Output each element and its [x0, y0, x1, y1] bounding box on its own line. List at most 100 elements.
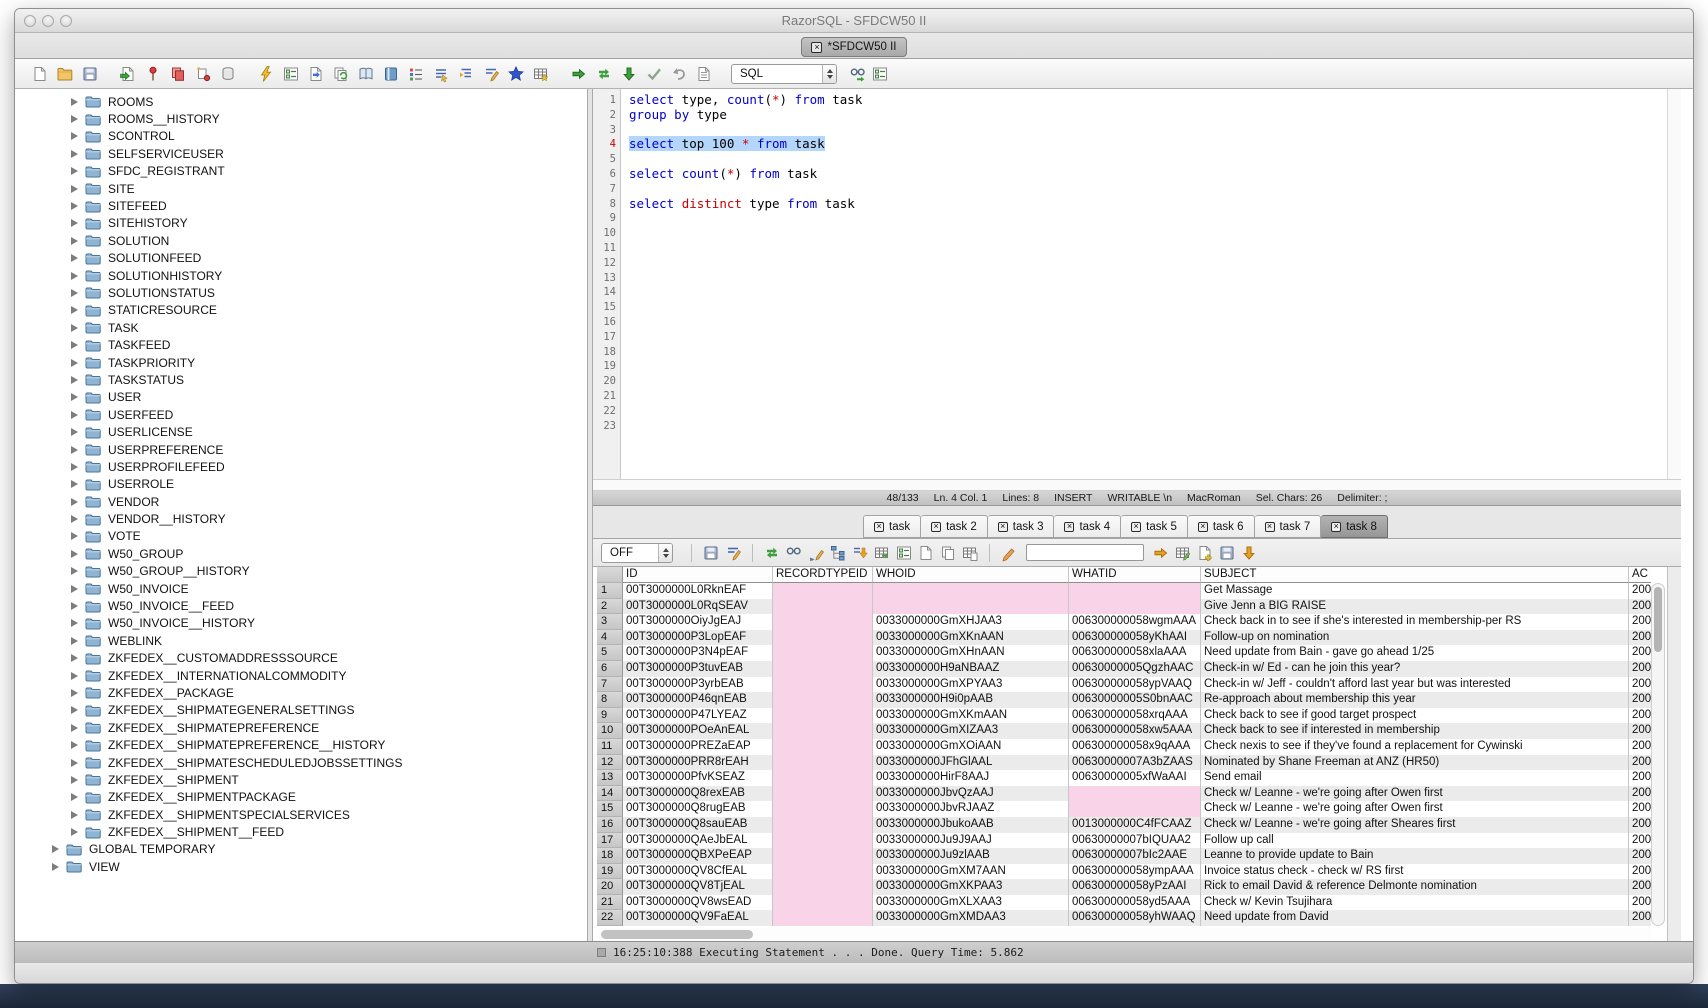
- cell-subject[interactable]: Check-in w/ Jeff - couldn't afford last …: [1201, 677, 1629, 693]
- tree-item-vote[interactable]: VOTE: [15, 528, 587, 545]
- cell-subject[interactable]: Check w/ Leanne - we're going after Shea…: [1201, 817, 1629, 833]
- cell-whoid[interactable]: 0033000000H9aNBAAZ: [873, 661, 1069, 677]
- view-glasses-icon[interactable]: [783, 542, 805, 564]
- column-header-recordtypeid[interactable]: RECORDTYPEID: [773, 567, 873, 583]
- table-row[interactable]: 2200T3000000QV9FaEAL0033000000GmXMDAA300…: [597, 910, 1651, 926]
- expand-arrow-icon[interactable]: [71, 741, 78, 749]
- tree-item-solutionhistory[interactable]: SOLUTIONHISTORY: [15, 267, 587, 284]
- tab-close-icon[interactable]: ×: [1331, 522, 1341, 532]
- expand-arrow-icon[interactable]: [71, 463, 78, 471]
- cell-ac[interactable]: 200: [1629, 645, 1651, 661]
- cell-whoid[interactable]: 0033000000GmXPYAA3: [873, 677, 1069, 693]
- cell-whoid[interactable]: 0033000000GmXKPAA3: [873, 879, 1069, 895]
- cell-whatid[interactable]: 006300000058ypVAAQ: [1069, 677, 1201, 693]
- minimize-window-icon[interactable]: [42, 15, 54, 27]
- tree-item-selfserviceuser[interactable]: SELFSERVICEUSER: [15, 145, 587, 162]
- expand-arrow-icon[interactable]: [71, 359, 78, 367]
- cell-whatid[interactable]: 006300000058yhWAAQ: [1069, 910, 1201, 926]
- cell-ac[interactable]: 200: [1629, 895, 1651, 911]
- copy-table-icon[interactable]: [959, 542, 981, 564]
- validate-sql-icon[interactable]: [643, 63, 665, 85]
- cell-subject[interactable]: Give Jenn a BIG RAISE: [1201, 599, 1629, 615]
- tree-item-rooms[interactable]: ROOMS: [15, 93, 587, 110]
- cell-subject[interactable]: Check back to see if good target prospec…: [1201, 708, 1629, 724]
- result-tab-task[interactable]: ×task: [863, 515, 921, 538]
- cell-whoid[interactable]: 0033000000JFhGlAAL: [873, 755, 1069, 771]
- expand-arrow-icon[interactable]: [71, 115, 78, 123]
- table-row[interactable]: 1500T3000000Q8rugEAB0033000000JbvRJAAZCh…: [597, 801, 1651, 817]
- cell-subject[interactable]: Check back in to see if she's interested…: [1201, 614, 1629, 630]
- expand-arrow-icon[interactable]: [71, 706, 78, 714]
- new-document-icon[interactable]: [29, 63, 51, 85]
- table-row[interactable]: 500T3000000P3N4pEAF0033000000GmXHnAAN006…: [597, 645, 1651, 661]
- cell-id[interactable]: 00T3000000P3tuvEAB: [623, 661, 773, 677]
- code-line-14[interactable]: [629, 285, 1667, 300]
- cell-whatid[interactable]: 006300000058ympAAA: [1069, 864, 1201, 880]
- table-row[interactable]: 200T3000000L0RqSEAVGive Jenn a BIG RAISE…: [597, 599, 1651, 615]
- grid-vscroll-thumb[interactable]: [1654, 587, 1662, 652]
- code-line-2[interactable]: group by type: [629, 108, 1667, 123]
- cell-recordtypeid[interactable]: [773, 677, 873, 693]
- tree-item-zkfedex-shipmatepreference-history[interactable]: ZKFEDEX__SHIPMATEPREFERENCE__HISTORY: [15, 736, 587, 753]
- cell-recordtypeid[interactable]: [773, 864, 873, 880]
- cell-whatid[interactable]: 0013000000C4fFCAAZ: [1069, 817, 1201, 833]
- generate-ddl-icon[interactable]: [330, 63, 352, 85]
- cell-whoid[interactable]: 0033000000GmXKmAAN: [873, 708, 1069, 724]
- tree-item-w50-group[interactable]: W50_GROUP: [15, 545, 587, 562]
- cell-whoid[interactable]: 0033000000GmXIZAA3: [873, 723, 1069, 739]
- cell-whatid[interactable]: 00630000005xfWaAAI: [1069, 770, 1201, 786]
- cell-subject[interactable]: Need update from Bain - gave go ahead 1/…: [1201, 645, 1629, 661]
- execute-all-icon[interactable]: [593, 63, 615, 85]
- expand-arrow-icon[interactable]: [52, 845, 59, 853]
- code-line-17[interactable]: [629, 330, 1667, 345]
- tab-close-icon[interactable]: ×: [811, 42, 822, 53]
- sql-editor[interactable]: 1234567891011121314151617181920212223 se…: [593, 89, 1681, 479]
- cell-recordtypeid[interactable]: [773, 786, 873, 802]
- go-arrow-icon[interactable]: [1150, 542, 1172, 564]
- tree-item-weblink[interactable]: WEBLINK: [15, 632, 587, 649]
- object-hand-icon[interactable]: [430, 63, 452, 85]
- cell-whatid[interactable]: 006300000058xlaAAA: [1069, 645, 1201, 661]
- result-tab-task-7[interactable]: ×task 7: [1255, 515, 1322, 538]
- code-line-9[interactable]: [629, 211, 1667, 226]
- open-file-icon[interactable]: [54, 63, 76, 85]
- cell-id[interactable]: 00T3000000PRR8rEAH: [623, 755, 773, 771]
- tree-item-w50-invoice-history[interactable]: W50_INVOICE__HISTORY: [15, 615, 587, 632]
- download-arrow-icon[interactable]: [1238, 542, 1260, 564]
- cell-whoid[interactable]: 0033000000Ju9J9AAJ: [873, 833, 1069, 849]
- cell-whatid[interactable]: 006300000058x9qAAA: [1069, 739, 1201, 755]
- tree-item-zkfedex-shipmentpackage[interactable]: ZKFEDEX__SHIPMENTPACKAGE: [15, 789, 587, 806]
- cell-whoid[interactable]: [873, 599, 1069, 615]
- cell-whatid[interactable]: 006300000058xrqAAA: [1069, 708, 1201, 724]
- grid-vertical-scrollbar[interactable]: [1651, 583, 1665, 926]
- expand-arrow-icon[interactable]: [71, 272, 78, 280]
- form-view-icon[interactable]: [893, 542, 915, 564]
- cell-subject[interactable]: Re-approach about membership this year: [1201, 692, 1629, 708]
- results-list-icon[interactable]: [869, 63, 891, 85]
- cell-whoid[interactable]: 0033000000GmXOiAAN: [873, 739, 1069, 755]
- result-tab-task-2[interactable]: ×task 2: [921, 515, 988, 538]
- cell-whoid[interactable]: 0033000000Ju9zlAAB: [873, 848, 1069, 864]
- code-line-20[interactable]: [629, 374, 1667, 389]
- save-results-icon[interactable]: [700, 542, 722, 564]
- expand-arrow-icon[interactable]: [71, 689, 78, 697]
- cell-recordtypeid[interactable]: [773, 817, 873, 833]
- cell-subject[interactable]: Send email: [1201, 770, 1629, 786]
- code-line-22[interactable]: [629, 404, 1667, 419]
- cell-recordtypeid[interactable]: [773, 645, 873, 661]
- cell-recordtypeid[interactable]: [773, 692, 873, 708]
- result-tab-task-8[interactable]: ×task 8: [1321, 515, 1388, 538]
- tree-item-taskpriority[interactable]: TASKPRIORITY: [15, 354, 587, 371]
- cell-ac[interactable]: 200: [1629, 910, 1651, 926]
- tab-close-icon[interactable]: ×: [1131, 522, 1141, 532]
- expand-arrow-icon[interactable]: [71, 532, 78, 540]
- code-line-13[interactable]: [629, 271, 1667, 286]
- cell-ac[interactable]: 200: [1629, 692, 1651, 708]
- execute-forward-icon[interactable]: [568, 63, 590, 85]
- table-row[interactable]: 1900T3000000QV8CfEAL0033000000GmXM7AAN00…: [597, 864, 1651, 880]
- results-form-icon[interactable]: [280, 63, 302, 85]
- new-connection-icon[interactable]: [192, 63, 214, 85]
- expand-arrow-icon[interactable]: [71, 654, 78, 662]
- row-limit-select[interactable]: OFF: [601, 543, 673, 563]
- code-line-18[interactable]: [629, 345, 1667, 360]
